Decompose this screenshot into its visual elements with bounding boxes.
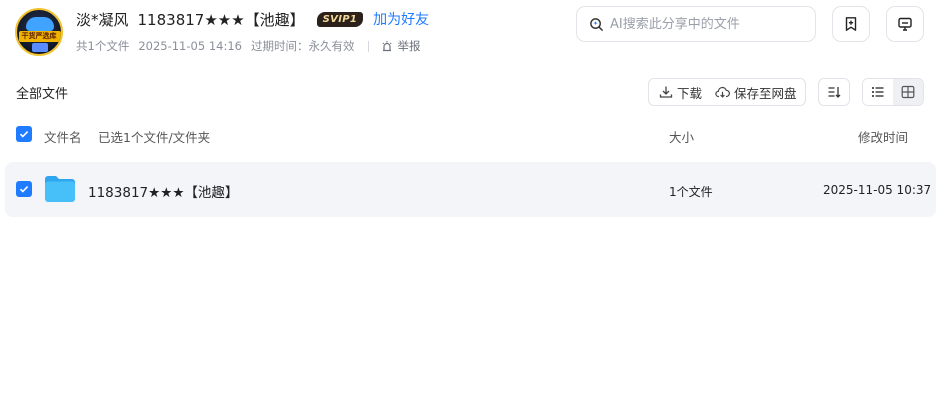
column-header-size[interactable]: 大小	[669, 127, 694, 146]
grid-view-button[interactable]	[893, 79, 923, 105]
column-header-modified[interactable]: 修改时间	[858, 127, 908, 146]
column-header-name[interactable]: 文件名	[44, 127, 82, 146]
share-meta-row: 共1个文件 2025-11-05 14:16 过期时间：永久有效 举报	[76, 38, 420, 54]
breadcrumb-all-files[interactable]: 全部文件	[16, 83, 68, 102]
list-view-icon	[872, 87, 884, 97]
list-view-button[interactable]	[863, 79, 893, 105]
save-to-drive-label: 保存至网盘	[734, 85, 797, 101]
file-actions-group: 下载 保存至网盘	[648, 78, 806, 106]
folder-icon	[45, 176, 75, 202]
report-label: 举报	[397, 39, 421, 53]
file-modified: 2025-11-05 10:37	[823, 183, 932, 197]
search-input[interactable]	[610, 16, 800, 32]
avatar-text: 干货严选库	[21, 32, 57, 40]
select-all-checkbox[interactable]	[16, 126, 32, 142]
row-checkbox[interactable]	[16, 181, 32, 197]
monitor-icon	[898, 17, 912, 31]
download-label: 下载	[677, 85, 703, 101]
avatar-box-shape	[32, 43, 48, 52]
table-row[interactable]: 1183817★★★【池趣】 1个文件 2025-11-05 10:37	[5, 162, 936, 217]
add-friend-link[interactable]: 加为好友	[373, 9, 429, 29]
meta-divider	[368, 40, 370, 52]
selection-count: 已选1个文件/文件夹	[98, 130, 211, 145]
avatar[interactable]: 干货严选库	[15, 8, 63, 56]
file-size: 1个文件	[669, 185, 713, 199]
file-count: 共1个文件	[76, 39, 130, 53]
share-time: 2025-11-05 14:16	[138, 39, 242, 53]
search-box[interactable]	[576, 6, 816, 42]
svip-badge: SVIP1	[316, 11, 364, 27]
sort-button[interactable]	[818, 78, 850, 106]
ai-search-icon	[590, 17, 603, 31]
device-button[interactable]	[886, 6, 924, 42]
share-title: 1183817★★★【池趣】	[137, 10, 305, 29]
sort-icon	[828, 87, 841, 98]
file-name[interactable]: 1183817★★★【池趣】	[88, 181, 238, 201]
bookmark-plus-icon	[845, 17, 857, 31]
expire-time: 过期时间：永久有效	[250, 39, 355, 53]
bookmark-add-button[interactable]	[832, 6, 870, 42]
download-button[interactable]: 下载	[659, 83, 702, 102]
avatar-cloud-shape	[26, 17, 54, 31]
checkmark-icon	[19, 131, 29, 138]
cloud-save-icon	[715, 86, 730, 98]
username[interactable]: 淡*凝风	[76, 9, 129, 30]
view-toggle	[862, 78, 924, 106]
share-title-row: 淡*凝风 1183817★★★【池趣】 SVIP1 加为好友	[76, 8, 429, 30]
report-link[interactable]: 举报	[381, 38, 420, 54]
grid-view-icon	[901, 85, 915, 99]
save-to-drive-button[interactable]: 保存至网盘	[715, 83, 797, 102]
checkmark-icon	[19, 186, 29, 193]
report-icon	[382, 41, 393, 52]
download-icon	[659, 86, 673, 98]
